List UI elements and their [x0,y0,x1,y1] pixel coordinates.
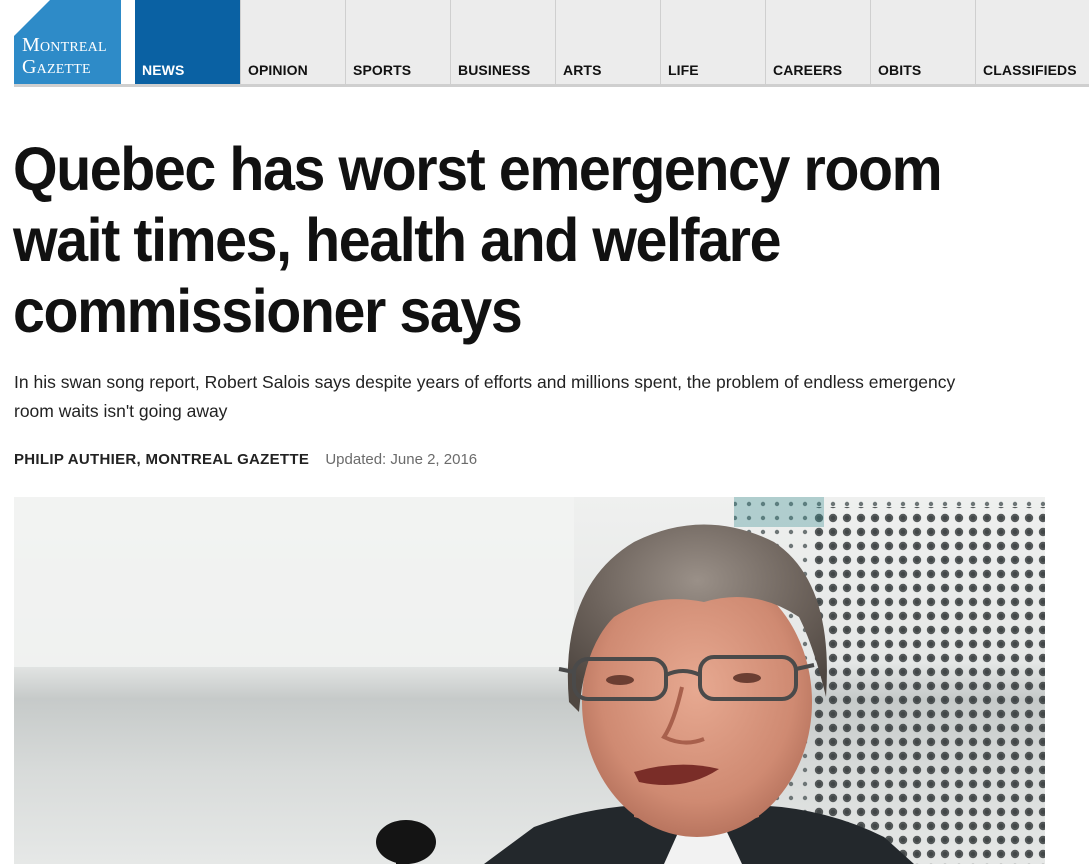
logo-wordmark: Montreal Gazette [22,34,107,78]
top-navigation: Montreal Gazette NEWS OPINION SPORTS BUS… [14,0,1089,87]
nav-item-careers[interactable]: CAREERS [765,0,870,84]
lead-photo-illustration [14,497,1045,864]
site-logo[interactable]: Montreal Gazette [14,0,121,84]
photo-halftone-dark [814,507,1045,864]
logo-fold-corner [14,0,50,36]
photo-microphone-stem [396,847,406,864]
article-dek: In his swan song report, Robert Salois s… [14,372,956,421]
nav-item-label: BUSINESS [458,62,531,78]
nav-item-label: CAREERS [773,62,843,78]
article-headline: Quebec has worst emergency room wait tim… [13,135,943,345]
nav-item-obits[interactable]: OBITS [870,0,975,84]
nav-item-label: OPINION [248,62,308,78]
nav-item-news[interactable]: NEWS [135,0,240,84]
logo-line-1: Montreal [22,34,107,56]
nav-item-arts[interactable]: ARTS [555,0,660,84]
updated-timestamp: Updated: June 2, 2016 [325,451,478,468]
nav-item-sports[interactable]: SPORTS [345,0,450,84]
article-byline: PHILIP AUTHIER, MONTREAL GAZETTE Updated… [14,450,477,470]
nav-spacer [121,0,135,84]
nav-item-label: SPORTS [353,62,412,78]
nav-item-life[interactable]: LIFE [660,0,765,84]
photo-window-light [14,497,574,667]
nav-item-business[interactable]: BUSINESS [450,0,555,84]
photo-eye-left [606,675,634,685]
logo-line-2: Gazette [22,56,91,78]
photo-teal-accent [734,497,824,527]
nav-item-opinion[interactable]: OPINION [240,0,345,84]
nav-item-classifieds[interactable]: CLASSIFIEDS [975,0,1089,84]
nav-item-label: OBITS [878,62,922,78]
page: Montreal Gazette NEWS OPINION SPORTS BUS… [0,0,1089,864]
nav-item-label: NEWS [142,62,185,78]
nav-item-label: LIFE [668,62,699,78]
nav-item-label: CLASSIFIEDS [983,62,1077,78]
nav-item-label: ARTS [563,62,602,78]
article-lead-photo[interactable] [14,497,1045,864]
photo-eye-right [733,673,761,683]
author-link[interactable]: PHILIP AUTHIER, MONTREAL GAZETTE [14,451,309,468]
